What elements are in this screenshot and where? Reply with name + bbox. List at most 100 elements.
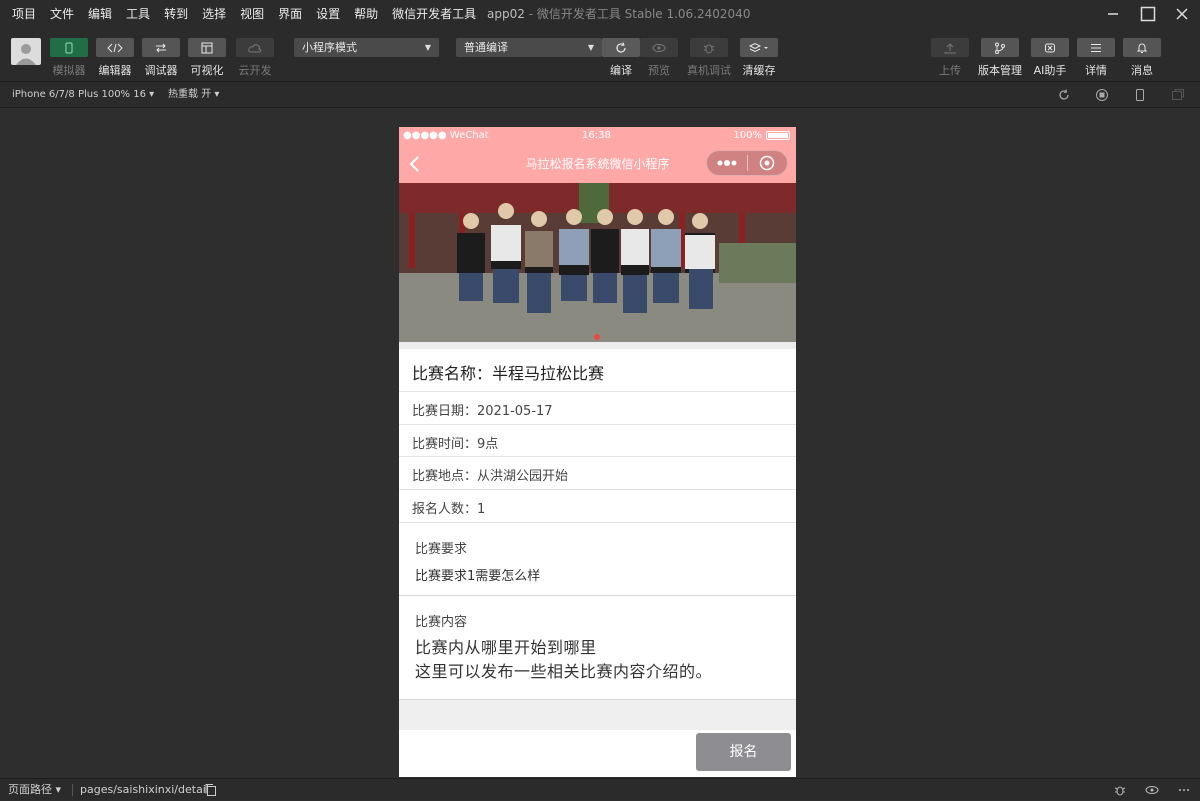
simulator-button[interactable] bbox=[50, 38, 88, 57]
ai-icon bbox=[1045, 43, 1055, 52]
clear-cache-button[interactable] bbox=[740, 38, 778, 57]
banner-indicator-dot[interactable] bbox=[594, 334, 600, 340]
simulator-subbar: iPhone 6/7/8 Plus 100% 16 ▾ 热重载 开 ▾ bbox=[0, 82, 1200, 108]
menu-help[interactable]: 帮助 bbox=[347, 0, 385, 28]
content-line-1: 比赛内从哪里开始到哪里 bbox=[415, 638, 597, 657]
page-path-select[interactable]: 页面路径 ▾ bbox=[8, 779, 61, 801]
more-dots-icon[interactable] bbox=[707, 151, 747, 175]
menubar: 项目 文件 编辑 工具 转到 选择 视图 界面 设置 帮助 微信开发者工具 ap… bbox=[0, 0, 1200, 28]
menu-icon bbox=[1091, 43, 1101, 52]
remote-debug-button[interactable] bbox=[690, 38, 728, 57]
compile-button[interactable] bbox=[602, 38, 640, 57]
time-text: 16:38 bbox=[582, 130, 611, 141]
messages-label: 消息 bbox=[1131, 64, 1153, 77]
menu-devtools[interactable]: 微信开发者工具 bbox=[385, 0, 483, 28]
details-button[interactable] bbox=[1077, 38, 1115, 57]
race-location-row: 比赛地点：从洪湖公园开始 bbox=[399, 457, 796, 490]
content-section: 比赛内容 比赛内从哪里开始到哪里 这里可以发布一些相关比赛内容介绍的。 bbox=[399, 596, 796, 700]
menu-file[interactable]: 文件 bbox=[43, 0, 81, 28]
race-time: 比赛时间：9点 bbox=[412, 437, 499, 452]
battery-status: 100% bbox=[733, 130, 790, 141]
user-icon bbox=[16, 44, 36, 65]
more-icon[interactable] bbox=[1177, 783, 1191, 797]
carrier-text: ●●●●● WeChat bbox=[403, 130, 489, 141]
preview-button[interactable] bbox=[640, 38, 678, 57]
details-label: 详情 bbox=[1085, 64, 1107, 77]
race-time-row: 比赛时间：9点 bbox=[399, 425, 796, 457]
debugger-label: 调试器 bbox=[144, 64, 178, 77]
content-line-2: 这里可以发布一些相关比赛内容介绍的。 bbox=[415, 662, 713, 681]
editor-button[interactable] bbox=[96, 38, 134, 57]
menu-view[interactable]: 视图 bbox=[233, 0, 271, 28]
close-target-icon[interactable] bbox=[747, 151, 787, 175]
requirement-section: 比赛要求 比赛要求1需要怎么样 bbox=[399, 523, 796, 596]
menu-goto[interactable]: 转到 bbox=[157, 0, 195, 28]
debugger-button[interactable] bbox=[142, 38, 180, 57]
minimize-button[interactable] bbox=[1093, 0, 1133, 28]
version-button[interactable] bbox=[981, 38, 1019, 57]
menu-interface[interactable]: 界面 bbox=[271, 0, 309, 28]
cloud-icon bbox=[248, 43, 262, 52]
signup-count-row: 报名人数：1 bbox=[399, 490, 796, 523]
visual-button[interactable] bbox=[188, 38, 226, 57]
hot-reload-select[interactable]: 热重载 开 ▾ bbox=[168, 82, 219, 108]
version-label: 版本管理 bbox=[978, 64, 1022, 77]
compile-select[interactable]: 普通编译 ▼ bbox=[456, 38, 602, 57]
mode-select[interactable]: 小程序模式 ▼ bbox=[294, 38, 439, 57]
menu-tools[interactable]: 工具 bbox=[119, 0, 157, 28]
rotate-icon[interactable] bbox=[1057, 88, 1071, 102]
race-name-row: 比赛名称：半程马拉松比赛 bbox=[399, 349, 796, 392]
phone-icon[interactable] bbox=[1133, 88, 1147, 102]
window-icon[interactable] bbox=[1171, 88, 1185, 102]
banner-image[interactable] bbox=[399, 183, 796, 342]
remote-debug-label: 真机调试 bbox=[687, 64, 731, 77]
stop-icon[interactable] bbox=[1095, 88, 1109, 102]
divider bbox=[72, 784, 73, 796]
race-date: 比赛日期：2021-05-17 bbox=[412, 404, 553, 419]
bug-icon[interactable] bbox=[1113, 783, 1127, 797]
close-icon bbox=[1176, 8, 1188, 20]
signup-count: 报名人数：1 bbox=[412, 502, 486, 517]
refresh-icon bbox=[616, 41, 626, 53]
ai-assistant-button[interactable] bbox=[1031, 38, 1069, 57]
menu-select[interactable]: 选择 bbox=[195, 0, 233, 28]
menu-settings[interactable]: 设置 bbox=[309, 0, 347, 28]
eye-icon bbox=[652, 43, 666, 52]
cloud-label: 云开发 bbox=[238, 64, 272, 77]
app-name: app02 bbox=[487, 7, 525, 21]
layers-icon bbox=[748, 42, 768, 52]
race-location: 比赛地点：从洪湖公园开始 bbox=[412, 469, 569, 484]
toolbar: 模拟器 编辑器 调试器 可视化 云开发 小程序模式 ▼ 普通编译 ▼ 编译 预览… bbox=[0, 28, 1200, 82]
copy-icon[interactable] bbox=[204, 783, 218, 797]
simulator-label: 模拟器 bbox=[52, 64, 86, 77]
mini-program-navbar: 马拉松报名系统微信小程序 bbox=[399, 145, 796, 183]
avatar[interactable] bbox=[11, 38, 41, 65]
eye-icon[interactable] bbox=[1145, 783, 1159, 797]
menu-edit[interactable]: 编辑 bbox=[81, 0, 119, 28]
close-button[interactable] bbox=[1162, 0, 1200, 28]
race-name: 比赛名称：半程马拉松比赛 bbox=[412, 364, 605, 383]
upload-button[interactable] bbox=[931, 38, 969, 57]
battery-percent: 100% bbox=[733, 130, 762, 141]
signup-button[interactable]: 报名 bbox=[696, 733, 791, 771]
caret-down-icon: ▼ bbox=[587, 43, 594, 52]
cloud-button[interactable] bbox=[236, 38, 274, 57]
compile-select-value: 普通编译 bbox=[464, 41, 508, 54]
battery-icon bbox=[766, 131, 790, 140]
race-date-row: 比赛日期：2021-05-17 bbox=[399, 392, 796, 425]
upload-label: 上传 bbox=[939, 64, 961, 77]
device-select[interactable]: iPhone 6/7/8 Plus 100% 16 ▾ bbox=[12, 82, 154, 108]
page-route: pages/saishixinxi/detail bbox=[80, 783, 209, 796]
app-subtitle: - 微信开发者工具 Stable 1.06.2402040 bbox=[528, 7, 751, 21]
requirement-body: 比赛要求1需要怎么样 bbox=[415, 569, 541, 584]
code-icon bbox=[107, 43, 123, 52]
maximize-icon bbox=[1140, 6, 1156, 22]
messages-button[interactable] bbox=[1123, 38, 1161, 57]
capsule-menu bbox=[706, 150, 788, 176]
menu-project[interactable]: 项目 bbox=[5, 0, 43, 28]
branch-icon bbox=[995, 42, 1005, 54]
editor-label: 编辑器 bbox=[98, 64, 132, 77]
caret-down-icon: ▼ bbox=[424, 43, 431, 52]
phone-icon bbox=[65, 42, 73, 53]
bottom-spacer bbox=[399, 700, 796, 730]
